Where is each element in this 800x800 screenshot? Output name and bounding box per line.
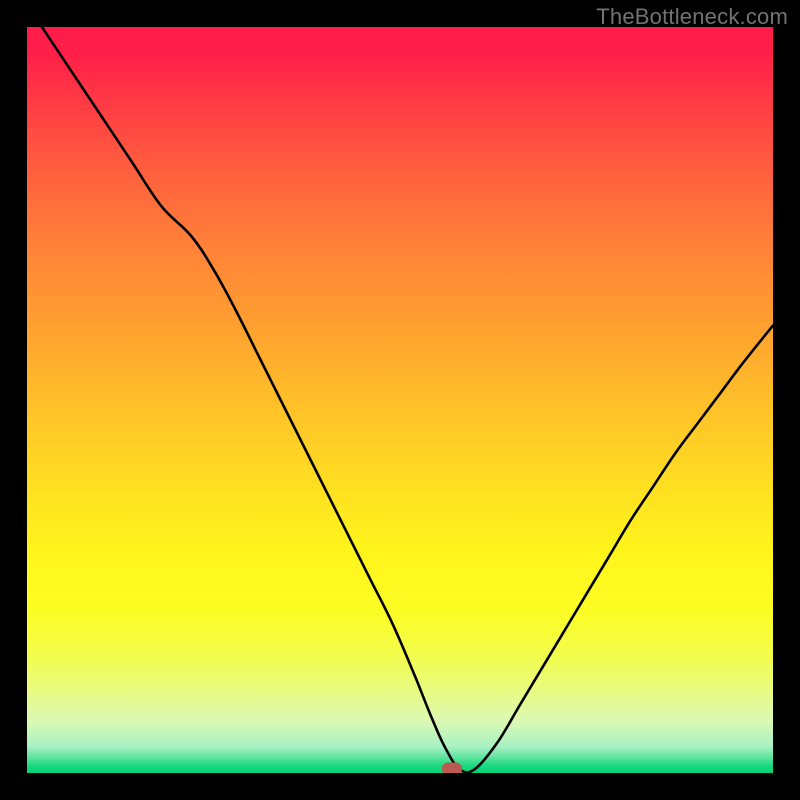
optimal-marker xyxy=(442,763,462,773)
bottleneck-curve xyxy=(27,27,773,773)
watermark-text: TheBottleneck.com xyxy=(596,4,788,30)
chart-frame: TheBottleneck.com xyxy=(0,0,800,800)
plot-area xyxy=(27,27,773,773)
